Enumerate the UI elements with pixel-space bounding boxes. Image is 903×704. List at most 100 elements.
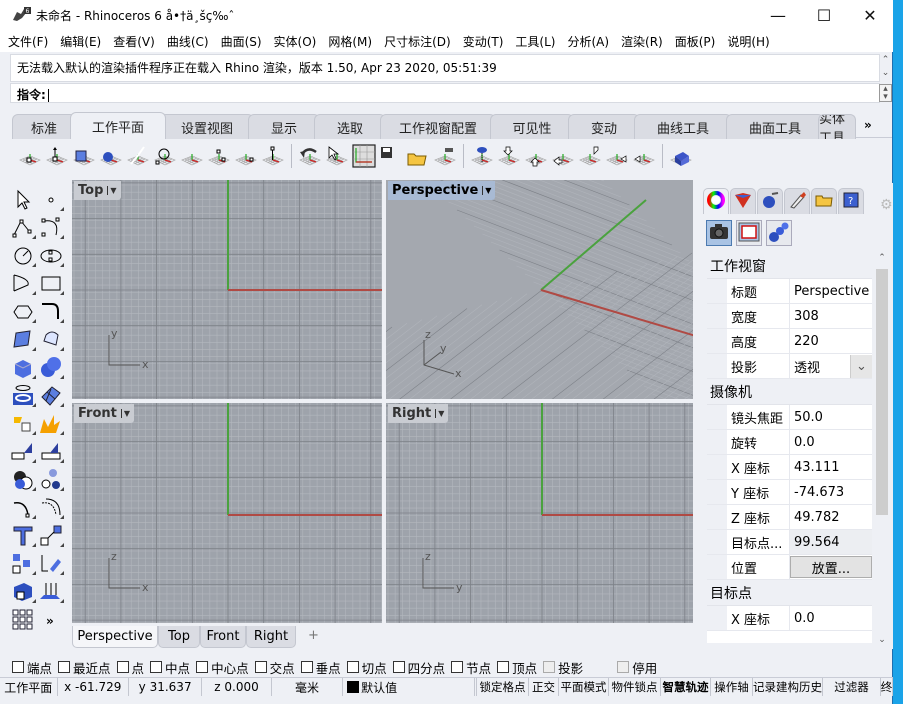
cplane-x-axis-icon[interactable] (234, 144, 258, 168)
history-scroll-down[interactable]: ⌄ (879, 68, 892, 78)
osnap-checkbox[interactable] (150, 661, 163, 673)
osnap-checkbox[interactable] (254, 661, 267, 673)
property-value[interactable]: -74.673 (790, 480, 872, 504)
menu-item[interactable]: 分析(A) (567, 33, 609, 50)
osnap-checkbox[interactable] (451, 661, 464, 673)
maximize-button[interactable]: ☐ (801, 0, 847, 30)
tab-toolbar[interactable]: 标准 (12, 114, 76, 139)
cplane-world-top-icon[interactable] (352, 144, 376, 168)
menu-item[interactable]: 曲线(C) (167, 33, 209, 50)
ellipse-icon[interactable] (38, 243, 64, 269)
explode-icon[interactable] (10, 411, 36, 437)
properties-scrollbar[interactable]: ⌃ ⌄ (874, 253, 890, 645)
property-value[interactable]: Perspective (790, 279, 872, 303)
cplane-perpendicular-to-curve-icon[interactable] (126, 144, 150, 168)
command-spinner[interactable]: ▴ ▾ (879, 84, 892, 102)
osnap-checkbox[interactable] (12, 661, 24, 673)
panel-tab-render[interactable] (757, 188, 783, 214)
viewport-menu-icon[interactable]: ▼ (120, 409, 130, 418)
viewport-tab-perspective[interactable]: Perspective (72, 626, 158, 648)
polyline-icon[interactable] (10, 215, 36, 241)
arc-icon[interactable] (10, 271, 36, 297)
tab-toolbar[interactable]: 工作视窗配置 (380, 114, 496, 139)
cplane-to-surface-icon[interactable] (99, 144, 123, 168)
fillet-icon[interactable] (10, 495, 36, 521)
command-input[interactable] (47, 89, 49, 102)
close-button[interactable]: ✕ (847, 0, 893, 30)
boolean-icon[interactable] (10, 467, 36, 493)
panel-tab-help[interactable]: ? (838, 188, 864, 214)
viewport-title[interactable]: Right ▼ (388, 404, 449, 423)
status-layer[interactable]: 默认值 (343, 678, 475, 696)
property-value[interactable]: 50.0 (790, 405, 872, 429)
scroll-up-icon[interactable]: ⌃ (874, 253, 890, 263)
add-viewport-tab-button[interactable]: + (308, 628, 319, 643)
osnap-4[interactable]: 中心点 (196, 658, 249, 677)
named-cplane-icon[interactable] (433, 144, 457, 168)
menu-item[interactable]: 说明(H) (727, 33, 769, 50)
panel-subtab-camera[interactable] (706, 220, 732, 246)
tab-toolbar[interactable]: 曲线工具 (634, 114, 732, 139)
viewport-title[interactable]: Top ▼ (74, 181, 121, 200)
panel-settings-icon[interactable]: ⚙ (880, 197, 893, 213)
status-toggle[interactable]: 记录建构历史 (753, 678, 823, 696)
osnap-8[interactable]: 四分点 (392, 658, 445, 677)
tabs-overflow-button[interactable]: » (864, 118, 872, 132)
cplane-to-view-icon[interactable] (470, 144, 494, 168)
menu-item[interactable]: 曲面(S) (221, 33, 262, 50)
more-tools-icon[interactable]: » (38, 607, 64, 633)
menu-item[interactable]: 面板(P) (675, 33, 716, 50)
status-toggle[interactable]: 过滤器 (823, 678, 881, 696)
menu-item[interactable]: 实体(O) (274, 33, 317, 50)
viewport-top[interactable]: y x Top ▼ (72, 180, 382, 399)
status-toggle[interactable]: 平面模式 (559, 678, 609, 696)
osnap-2[interactable]: 点 (116, 658, 144, 677)
viewport-menu-icon[interactable]: ▼ (482, 186, 491, 195)
cplane-to-object-icon[interactable] (72, 144, 96, 168)
menu-item[interactable]: 网格(M) (328, 33, 372, 50)
surface-from-points-icon[interactable] (10, 327, 36, 353)
trim-icon[interactable] (10, 439, 36, 465)
select-icon[interactable] (10, 187, 36, 213)
block-icon[interactable] (10, 579, 36, 605)
viewport-menu-icon[interactable]: ▼ (107, 186, 117, 195)
cplane-world-bottom-icon[interactable] (551, 144, 575, 168)
fillet-curve-icon[interactable] (38, 299, 64, 325)
viewport-tab-right[interactable]: Right (246, 626, 296, 648)
panel-tab-material[interactable] (730, 188, 756, 214)
tab-toolbar[interactable]: 设置视图 (160, 114, 254, 139)
menu-item[interactable]: 尺寸标注(D) (384, 33, 451, 50)
tab-toolbar[interactable]: 变动 (568, 114, 640, 139)
status-toggle[interactable]: 终 (881, 678, 893, 696)
grid-toolbar-icon[interactable] (10, 607, 36, 633)
menu-item[interactable]: 查看(V) (113, 33, 155, 50)
minimize-button[interactable]: — (755, 0, 801, 30)
property-value[interactable]: 99.564 (790, 530, 872, 554)
place-button[interactable]: 放置... (790, 556, 872, 578)
cplane-world-left-icon[interactable] (605, 144, 629, 168)
osnap-6[interactable]: 垂点 (300, 658, 341, 677)
chevron-down-icon[interactable]: ⌄ (850, 354, 872, 378)
tab-toolbar[interactable]: 显示 (248, 114, 320, 139)
polygon-icon[interactable] (10, 299, 36, 325)
cplane-3-point-icon[interactable] (207, 144, 231, 168)
osnap-0[interactable]: 端点 (12, 658, 52, 677)
menu-item[interactable]: 编辑(E) (60, 33, 101, 50)
cplane-sync-icon[interactable] (669, 144, 693, 168)
viewport-right[interactable]: z y Right ▼ (386, 403, 693, 623)
tab-toolbar[interactable]: 曲面工具 (726, 114, 824, 139)
cplane-vertical-icon[interactable] (261, 144, 285, 168)
history-scroll-up[interactable]: ⌃ (879, 55, 892, 65)
property-value[interactable]: 308 (790, 304, 872, 328)
tab-toolbar[interactable]: 工作平面 (70, 112, 166, 139)
tab-toolbar[interactable]: 可见性 (490, 114, 574, 139)
move-icon[interactable] (38, 523, 64, 549)
status-toggle[interactable]: 锁定格点 (476, 678, 529, 696)
split-icon[interactable] (38, 411, 64, 437)
scroll-down-icon[interactable]: ⌄ (874, 635, 890, 645)
osnap-11[interactable]: 投影 (543, 658, 583, 677)
panel-subtab-spheres[interactable] (766, 220, 792, 246)
offset-icon[interactable] (38, 495, 64, 521)
extend-icon[interactable] (38, 439, 64, 465)
circle-icon[interactable] (10, 243, 36, 269)
